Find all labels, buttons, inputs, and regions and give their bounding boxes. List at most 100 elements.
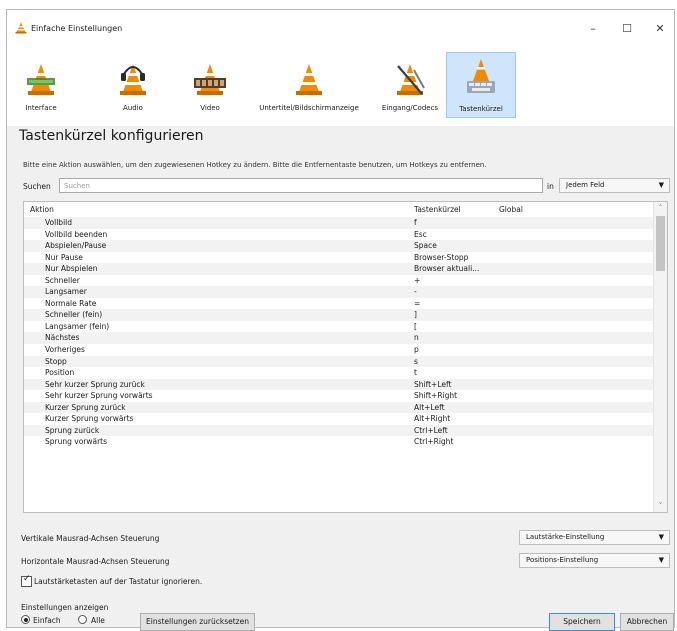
category-video[interactable]: Video (182, 54, 238, 116)
ignore-volume-keys-checkbox[interactable]: ✓ (21, 574, 32, 587)
action-cell: Vollbild (45, 218, 72, 227)
cancel-button[interactable]: Abbrechen (620, 613, 674, 631)
table-row[interactable]: Schneller + (24, 275, 653, 287)
vertical-wheel-label: Vertikale Mausrad-Achsen Steuerung (21, 534, 160, 543)
action-cell: Schneller (fein) (45, 310, 103, 320)
table-row[interactable]: Vollbild beenden Esc (24, 229, 653, 241)
table-row[interactable]: Position t (24, 367, 653, 379)
vertical-wheel-select[interactable]: Lautstärke-Einstellung ▼ (519, 530, 670, 545)
category-label: Tastenkürzel (459, 105, 503, 113)
hotkey-cell[interactable]: f (414, 218, 417, 227)
hotkey-cell[interactable]: n (414, 333, 419, 342)
hotkey-cell[interactable]: s (414, 357, 418, 366)
horizontal-wheel-select[interactable]: Positions-Einstellung ▼ (519, 553, 670, 568)
preferences-window: Einfache Einstellungen – ☐ ✕ Interface A… (6, 9, 675, 631)
search-scope-value: Jedem Feld (566, 181, 605, 189)
column-header-action[interactable]: Aktion (30, 205, 54, 214)
hotkey-cell[interactable]: Shift+Left (414, 380, 451, 389)
save-button[interactable]: Speichern (549, 613, 615, 631)
table-row[interactable]: Abspielen/Pause Space (24, 240, 653, 252)
action-cell: Schneller (45, 275, 80, 285)
hotkey-cell[interactable]: - (414, 287, 417, 296)
table-row[interactable]: Sprung vorwärts Ctrl+Right (24, 436, 653, 448)
category-bar: Interface Audio Video Untertitel/Bildsch… (7, 46, 674, 126)
ignore-volume-keys-label[interactable]: Lautstärketasten auf der Tastatur ignori… (34, 577, 202, 586)
category-label: Untertitel/Bildschirmanzeige (259, 104, 359, 112)
hotkey-cell[interactable]: Shift+Right (414, 391, 457, 400)
maximize-button[interactable]: ☐ (612, 18, 642, 40)
radio-selected-dot (23, 617, 28, 622)
category-label: Interface (25, 104, 57, 112)
close-button[interactable]: ✕ (645, 18, 675, 40)
hotkey-cell[interactable]: Space (414, 241, 437, 250)
vlc-cone-icon (15, 22, 27, 34)
table-row[interactable]: Stopp s (24, 355, 653, 368)
radio-all-label[interactable]: Alle (91, 616, 105, 625)
hotkey-cell[interactable]: Ctrl+Right (414, 437, 453, 446)
action-cell: Vorheriges (45, 345, 85, 355)
table-row[interactable]: Sehr kurzer Sprung zurück Shift+Left (24, 378, 653, 391)
scroll-down-icon[interactable]: ˅ (654, 500, 667, 512)
checkmark-icon: ✓ (23, 574, 31, 584)
action-cell: Stopp (45, 356, 67, 366)
action-cell: Nächstes (45, 333, 80, 343)
table-row[interactable]: Normale Rate = (24, 298, 653, 310)
search-scope-label: in (547, 182, 554, 191)
hotkey-cell[interactable]: + (414, 276, 420, 285)
category-audio[interactable]: Audio (105, 54, 161, 116)
category-hotkeys[interactable]: Tastenkürzel (446, 52, 516, 118)
hotkey-cell[interactable]: Ctrl+Left (414, 426, 448, 435)
hotkey-cell[interactable]: ] (414, 310, 417, 319)
hotkey-cell[interactable]: p (414, 345, 419, 354)
table-row[interactable]: Kurzer Sprung vorwärts Alt+Right (24, 413, 653, 425)
column-header-global[interactable]: Global (499, 205, 523, 214)
search-scope-select[interactable]: Jedem Feld ▼ (559, 178, 670, 193)
table-row[interactable]: Nur Abspielen Browser aktuali... (24, 263, 653, 275)
table-row[interactable]: Schneller (fein)] (24, 309, 653, 321)
table-row[interactable]: Langsamer (fein) [ (24, 321, 653, 333)
column-header-hotkey[interactable]: Tastenkürzel (414, 205, 461, 214)
table-row[interactable]: Vorheriges p (24, 344, 653, 356)
scrollbar-thumb[interactable] (656, 216, 665, 271)
action-cell: Kurzer Sprung vorwärts (45, 414, 134, 424)
table-row[interactable]: Langsamer - (24, 286, 653, 298)
show-settings-label: Einstellungen anzeigen (21, 603, 109, 612)
radio-simple[interactable] (21, 615, 30, 624)
hotkey-cell[interactable]: Browser-Stopp (414, 253, 468, 262)
search-input[interactable] (59, 178, 543, 193)
vertical-scrollbar[interactable]: ˄ ˅ (653, 202, 667, 512)
hotkey-cell[interactable]: Alt+Left (414, 403, 445, 412)
category-subtitles[interactable]: Untertitel/Bildschirmanzeige (247, 54, 371, 116)
minimize-button[interactable]: – (578, 18, 608, 40)
table-row[interactable]: Nur Pause Browser-Stopp (24, 252, 653, 264)
radio-all[interactable] (78, 615, 87, 624)
action-cell: Langsamer (45, 287, 87, 297)
hotkey-cell[interactable]: Alt+Right (414, 414, 450, 423)
radio-simple-label[interactable]: Einfach (33, 616, 61, 625)
interface-cone-icon (27, 64, 55, 95)
table-row[interactable]: Sprung zurück Ctrl+Left (24, 424, 653, 437)
category-interface[interactable]: Interface (13, 54, 69, 116)
table-header: Aktion Tastenkürzel Global (24, 202, 653, 216)
hotkey-cell[interactable]: Browser aktuali... (414, 264, 479, 273)
table-row[interactable]: Kurzer Sprung zurück Alt+Left (24, 401, 653, 414)
chevron-down-icon: ▼ (658, 533, 664, 541)
action-cell: Position (45, 368, 75, 378)
table-row[interactable]: Nächstes n (24, 332, 653, 345)
action-cell: Sprung zurück (45, 425, 100, 435)
chevron-down-icon: ▼ (658, 181, 664, 189)
hotkey-cell[interactable]: t (414, 368, 417, 377)
action-cell: Normale Rate (45, 298, 97, 308)
category-input-codecs[interactable]: Eingang/Codecs (379, 54, 441, 116)
reset-settings-button[interactable]: Einstellungen zurücksetzen (140, 613, 255, 631)
table-row[interactable]: Sehr kurzer Sprung vorwärts Shift+Right (24, 390, 653, 402)
action-cell: Langsamer (fein) (45, 321, 110, 331)
hotkey-cell[interactable]: = (414, 299, 420, 308)
hotkey-cell[interactable]: Esc (414, 230, 427, 239)
table-row[interactable]: Vollbild f (24, 217, 653, 229)
hotkey-cell[interactable]: [ (414, 322, 417, 331)
chevron-down-icon: ▼ (658, 556, 664, 564)
scroll-up-icon[interactable]: ˄ (654, 202, 667, 214)
hotkeys-cone-icon (467, 59, 495, 93)
title-bar: Einfache Einstellungen – ☐ ✕ (7, 10, 674, 46)
